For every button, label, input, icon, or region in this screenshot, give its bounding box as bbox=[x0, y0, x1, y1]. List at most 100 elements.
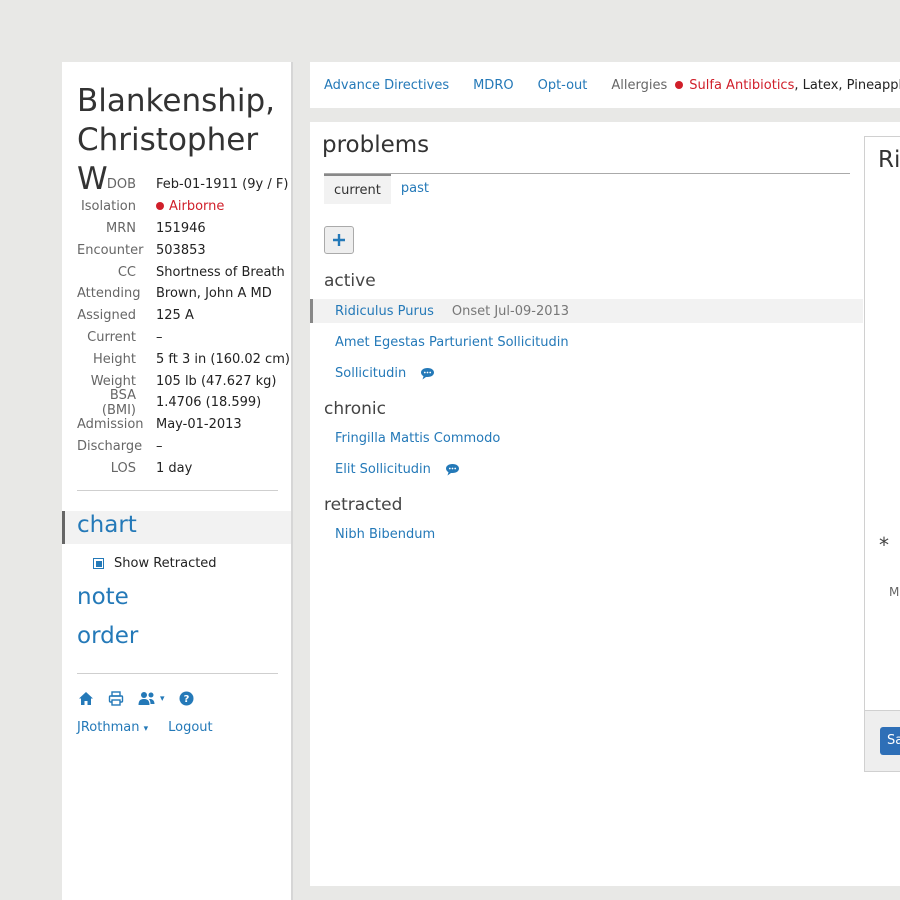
demographic-label: Weight bbox=[90, 373, 136, 389]
demographic-row-admission: Admission May-01-2013 bbox=[77, 414, 290, 436]
demographic-label: MRN bbox=[106, 220, 136, 236]
demographic-row-los: LOS 1 day bbox=[77, 457, 290, 479]
demographic-label: DOB bbox=[106, 177, 136, 193]
patient-sidebar: Blankenship, Christopher W DOB Feb-01-19… bbox=[62, 62, 293, 900]
required-marker: * bbox=[879, 533, 889, 557]
problem-row[interactable]: Sollicitudin bbox=[310, 361, 863, 385]
demographic-value: Brown, John A MD bbox=[156, 286, 272, 302]
isolation-value: Airborne bbox=[169, 199, 225, 215]
comment-icon[interactable] bbox=[445, 463, 460, 476]
problem-row[interactable]: Nibh Bibendum bbox=[310, 522, 863, 546]
demographic-value: 5 ft 3 in (160.02 cm) bbox=[156, 351, 290, 367]
tab-current[interactable]: current bbox=[324, 174, 391, 204]
allergy-alert-dot-icon bbox=[675, 80, 684, 89]
detail-field-label: M bbox=[889, 585, 900, 599]
demographic-value: 151946 bbox=[156, 220, 206, 236]
problem-row-selected[interactable]: Ridiculus Purus Onset Jul-09-2013 bbox=[310, 299, 863, 323]
problem-tabs: current past bbox=[324, 174, 439, 204]
add-problem-button[interactable] bbox=[324, 226, 354, 254]
demographic-row-attending: Attending Brown, John A MD bbox=[77, 283, 290, 305]
problem-row[interactable]: Fringilla Mattis Commodo bbox=[310, 426, 863, 450]
sidebar-divider bbox=[77, 673, 278, 674]
allergies-label: Allergies bbox=[611, 78, 668, 93]
demographic-row-encounter: Encounter 503853 bbox=[77, 239, 290, 261]
demographic-row-current: Current – bbox=[77, 327, 290, 349]
demographics-list: DOB Feb-01-1911 (9y / F) Isolation Airbo… bbox=[77, 174, 290, 479]
home-icon[interactable] bbox=[78, 691, 94, 706]
nav-chart[interactable]: chart bbox=[62, 511, 291, 544]
mdro-link[interactable]: MDRO bbox=[473, 78, 514, 93]
demographic-label: Attending bbox=[77, 286, 141, 302]
demographic-label: Assigned bbox=[77, 308, 136, 324]
demographic-row-mrn: MRN 151946 bbox=[77, 218, 290, 240]
svg-text:?: ? bbox=[183, 694, 189, 705]
chevron-down-icon: ▾ bbox=[160, 693, 165, 704]
patient-last-name: Blankenship, bbox=[77, 83, 276, 119]
user-name: JRothman bbox=[77, 720, 140, 735]
user-menu-row: JRothman ▾ Logout bbox=[77, 720, 213, 735]
group-heading-chronic: chronic bbox=[324, 399, 386, 419]
problems-panel: problems current past active Ridiculus P… bbox=[310, 122, 900, 886]
demographic-row-isolation: Isolation Airborne bbox=[77, 196, 290, 218]
nav-chart-label: chart bbox=[77, 512, 137, 538]
demographic-row-dob: DOB Feb-01-1911 (9y / F) bbox=[77, 174, 290, 196]
show-retracted-checkbox[interactable] bbox=[93, 558, 104, 569]
demographic-value: 1.4706 (18.599) bbox=[156, 395, 262, 411]
demographic-value: Shortness of Breath bbox=[156, 264, 285, 280]
checkbox-checked-mark bbox=[95, 560, 102, 567]
show-retracted-label: Show Retracted bbox=[114, 556, 217, 571]
user-menu[interactable]: JRothman ▾ bbox=[77, 720, 148, 735]
demographic-label: Encounter bbox=[77, 242, 144, 258]
advance-directives-link[interactable]: Advance Directives bbox=[324, 78, 449, 93]
problem-label[interactable]: Sollicitudin bbox=[335, 366, 406, 381]
problem-label[interactable]: Elit Sollicitudin bbox=[335, 462, 431, 477]
problem-row[interactable]: Elit Sollicitudin bbox=[310, 457, 863, 481]
page-title: problems bbox=[322, 132, 430, 158]
demographic-label: Discharge bbox=[77, 438, 143, 454]
demographic-label: Isolation bbox=[80, 199, 136, 215]
print-icon[interactable] bbox=[108, 691, 124, 706]
demographic-label: Current bbox=[87, 329, 136, 345]
problem-label[interactable]: Nibh Bibendum bbox=[335, 527, 435, 542]
demographic-row-assigned: Assigned 125 A bbox=[77, 305, 290, 327]
problem-row[interactable]: Amet Egestas Parturient Sollicitudin bbox=[310, 330, 863, 354]
comment-icon[interactable] bbox=[420, 367, 435, 380]
problem-label[interactable]: Ridiculus Purus bbox=[335, 304, 434, 319]
demographic-row-bsa: BSA (BMI) 1.4706 (18.599) bbox=[77, 388, 290, 418]
demographic-value: 105 lb (47.627 kg) bbox=[156, 373, 277, 389]
demographic-value: Feb-01-1911 (9y / F) bbox=[156, 177, 289, 193]
problem-label[interactable]: Fringilla Mattis Commodo bbox=[335, 431, 500, 446]
problem-onset: Onset Jul-09-2013 bbox=[451, 303, 570, 319]
demographic-row-height: Height 5 ft 3 in (160.02 cm) bbox=[77, 348, 290, 370]
isolation-status: Airborne bbox=[156, 199, 224, 214]
allergy-list: , Latex, Pineapple, Peanu bbox=[794, 78, 900, 93]
chevron-down-icon: ▾ bbox=[143, 724, 149, 734]
save-button[interactable]: Sa bbox=[880, 727, 900, 755]
demographic-value: – bbox=[156, 438, 163, 454]
sidebar-divider bbox=[77, 490, 278, 491]
demographic-row-cc: CC Shortness of Breath bbox=[77, 261, 290, 283]
patient-alert-bar: Advance Directives MDRO Opt-out Allergie… bbox=[310, 62, 900, 108]
problem-label[interactable]: Amet Egestas Parturient Sollicitudin bbox=[335, 335, 569, 350]
nav-note[interactable]: note bbox=[77, 584, 129, 610]
demographic-label: CC bbox=[117, 264, 136, 280]
demographic-label: Height bbox=[93, 351, 136, 367]
alert-links: Advance Directives MDRO Opt-out Allergie… bbox=[324, 78, 900, 93]
demographic-value: 1 day bbox=[156, 460, 193, 476]
plus-icon bbox=[333, 234, 345, 246]
isolation-dot-icon bbox=[156, 201, 164, 210]
demographic-value: May-01-2013 bbox=[156, 417, 242, 433]
demographic-label: Admission bbox=[77, 417, 144, 433]
nav-order[interactable]: order bbox=[77, 623, 138, 649]
help-icon[interactable]: ? bbox=[179, 691, 194, 706]
tab-past[interactable]: past bbox=[391, 174, 439, 204]
allergy-critical[interactable]: Sulfa Antibiotics bbox=[689, 78, 794, 93]
logout-link[interactable]: Logout bbox=[168, 720, 213, 735]
demographic-value: 503853 bbox=[156, 242, 206, 258]
sidebar-toolbar: ▾ ? bbox=[78, 691, 194, 706]
show-retracted-toggle[interactable]: Show Retracted bbox=[93, 556, 217, 571]
users-icon[interactable]: ▾ bbox=[138, 691, 165, 706]
detail-footer: Sa bbox=[865, 710, 900, 771]
opt-out-link[interactable]: Opt-out bbox=[538, 78, 588, 93]
demographic-value: – bbox=[156, 329, 163, 345]
